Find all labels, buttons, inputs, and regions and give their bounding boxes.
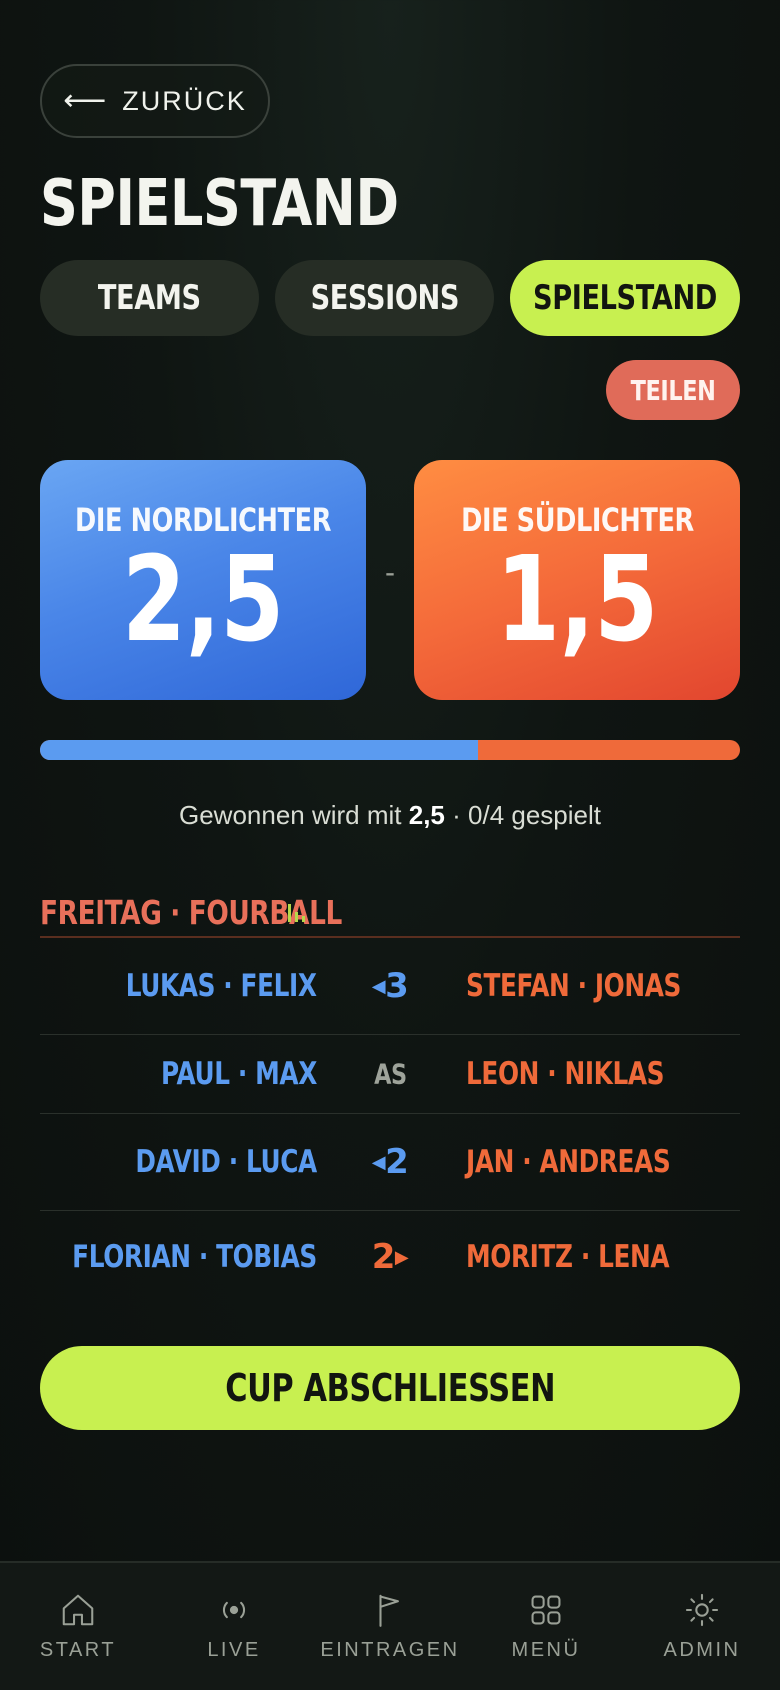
close-cup-button[interactable]: CUP ABSCHLIESSEN: [40, 1346, 740, 1430]
live-icon: [222, 1601, 246, 1619]
score-progress-bar: [40, 740, 740, 760]
left-lead-icon: ◀: [371, 976, 386, 997]
live-bars-icon: [288, 904, 305, 922]
nav-live[interactable]: LIVE: [156, 1563, 312, 1690]
match-row[interactable]: LUKAS · FELIX ◀3 STEFAN · JONAS: [40, 938, 740, 1035]
nav-admin[interactable]: ADMIN: [624, 1563, 780, 1690]
match-row[interactable]: PAUL · MAX AS LEON · NIKLAS: [40, 1035, 740, 1114]
tab-spielstand-label: SPIELSTAND: [533, 278, 718, 318]
left-lead-icon: ◀: [371, 1152, 386, 1173]
bottom-nav: START LIVE EINTRAGEN MENÜ ADMIN: [0, 1561, 780, 1690]
match-row[interactable]: DAVID · LUCA ◀2 JAN · ANDREAS: [40, 1114, 740, 1211]
tab-teams[interactable]: TEAMS: [40, 260, 260, 336]
team-a-card: DIE NORDLICHTER 2,5: [40, 460, 366, 700]
team-a-score: 2,5: [122, 530, 284, 668]
match-right-pair: LEON · NIKLAS: [466, 1056, 665, 1092]
tab-bar: TEAMS SESSIONS SPIELSTAND: [40, 260, 741, 336]
match-status: ◀2: [340, 1142, 440, 1182]
page-title: SPIELSTAND: [40, 167, 399, 241]
win-info: Gewonnen wird mit 2,5 · 0/4 gespielt: [40, 800, 740, 831]
nav-eintragen[interactable]: EINTRAGEN: [312, 1563, 468, 1690]
nav-start[interactable]: START: [0, 1563, 156, 1690]
match-row[interactable]: FLORIAN · TOBIAS 2▶ MORITZ · LENA: [40, 1211, 740, 1303]
session-header: FREITAG · FOURBALL: [40, 888, 740, 938]
score-progress-fill-team-a: [40, 740, 478, 760]
match-status-value: 3: [385, 966, 409, 1006]
flag-icon: [379, 1594, 399, 1627]
nav-eintragen-label: EINTRAGEN: [320, 1639, 460, 1661]
match-left-pair: DAVID · LUCA: [135, 1144, 318, 1180]
nav-menu[interactable]: MENÜ: [468, 1563, 624, 1690]
arrow-left-icon: ⟵: [63, 84, 109, 117]
match-status-value: 2: [371, 1237, 396, 1277]
back-label: ZURÜCK: [122, 85, 247, 116]
match-status-value: AS: [373, 1057, 407, 1091]
share-label: TEILEN: [630, 373, 716, 407]
match-left-pair: PAUL · MAX: [161, 1056, 317, 1092]
match-right-pair: JAN · ANDREAS: [466, 1144, 671, 1180]
tab-sessions[interactable]: SESSIONS: [275, 260, 495, 336]
tab-teams-label: TEAMS: [98, 278, 201, 318]
grid-icon: [531, 1595, 561, 1625]
match-status: ◀3: [340, 966, 440, 1006]
tab-sessions-label: SESSIONS: [310, 278, 459, 318]
score-board: DIE NORDLICHTER 2,5 - DIE SÜDLICHTER 1,5: [40, 460, 740, 700]
match-right-pair: STEFAN · JONAS: [466, 968, 681, 1004]
nav-start-label: START: [39, 1639, 117, 1661]
close-cup-label: CUP ABSCHLIESSEN: [225, 1366, 555, 1410]
home-icon: [62, 1594, 94, 1626]
team-b-card: DIE SÜDLICHTER 1,5: [414, 460, 740, 700]
match-status: 2▶: [340, 1237, 440, 1277]
share-button[interactable]: TEILEN: [606, 360, 740, 420]
match-right-pair: MORITZ · LENA: [466, 1239, 670, 1275]
back-button[interactable]: ⟵ ZURÜCK: [40, 64, 270, 138]
match-status: AS: [340, 1058, 440, 1091]
nav-admin-label: ADMIN: [663, 1639, 741, 1661]
team-b-score: 1,5: [496, 530, 658, 668]
match-left-pair: LUKAS · FELIX: [126, 968, 317, 1004]
win-info-suffix: · 0/4 gespielt: [444, 800, 601, 830]
match-status-value: 2: [385, 1142, 409, 1182]
win-info-prefix: Gewonnen wird mit: [178, 800, 409, 830]
score-separator: -: [385, 556, 395, 589]
nav-menu-label: MENÜ: [511, 1639, 581, 1661]
sun-icon: [685, 1593, 719, 1627]
match-left-pair: FLORIAN · TOBIAS: [72, 1239, 317, 1275]
nav-live-label: LIVE: [207, 1639, 261, 1661]
right-lead-icon: ▶: [394, 1247, 409, 1268]
tab-spielstand[interactable]: SPIELSTAND: [510, 260, 741, 336]
win-info-target: 2,5: [408, 800, 445, 830]
match-list: LUKAS · FELIX ◀3 STEFAN · JONAS PAUL · M…: [40, 938, 740, 1303]
